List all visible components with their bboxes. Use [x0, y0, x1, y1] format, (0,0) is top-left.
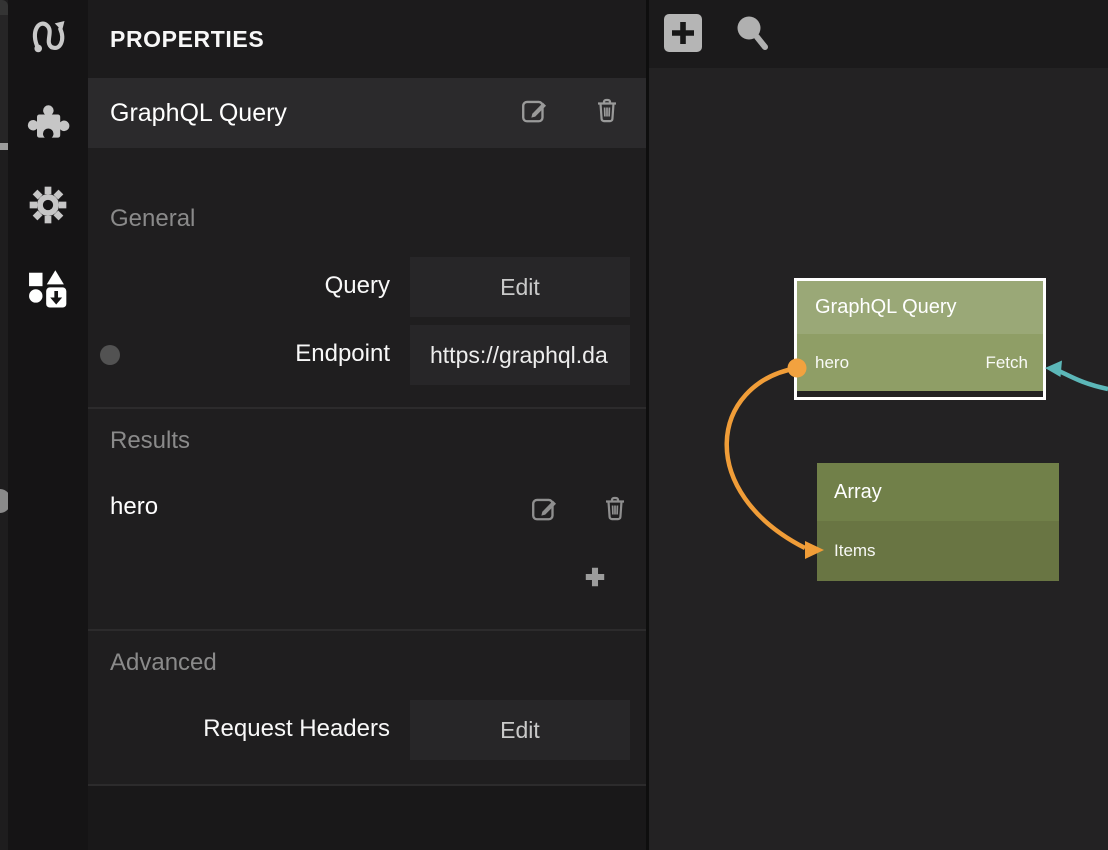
delete-result-button[interactable]: [598, 491, 632, 525]
query-edit-button[interactable]: Edit: [410, 257, 630, 317]
node-header[interactable]: GraphQL Query: [797, 281, 1043, 334]
section-heading-general: General: [110, 205, 195, 233]
query-label: Query: [325, 272, 390, 300]
sidebar-item-components[interactable]: [24, 99, 72, 147]
section-divider: [88, 629, 646, 631]
port-items[interactable]: Items: [834, 541, 876, 561]
add-result-button[interactable]: [578, 560, 612, 594]
panel-title: PROPERTIES: [110, 26, 264, 53]
section-heading-results: Results: [110, 427, 190, 455]
puzzle-icon: [26, 101, 70, 145]
search-nodes-button[interactable]: [733, 14, 771, 52]
node-port-row: hero Fetch: [797, 334, 1043, 391]
edge-segment: [0, 15, 8, 143]
section-heading-advanced: Advanced: [110, 649, 217, 677]
canvas-toolbar: [649, 0, 1108, 68]
rename-node-button[interactable]: [518, 93, 552, 127]
sidebar: [8, 0, 88, 850]
window-edge-strip: [0, 0, 8, 850]
panel-footer-area: [88, 786, 646, 850]
gear-icon: [26, 183, 70, 227]
edit-icon: [520, 95, 550, 125]
edit-result-button[interactable]: [528, 491, 562, 525]
request-headers-label: Request Headers: [203, 715, 390, 743]
shapes-export-icon: [26, 266, 70, 310]
node-title: Array: [834, 481, 882, 504]
add-node-icon: [664, 14, 702, 52]
connections-layer: [649, 0, 1108, 850]
node-title: GraphQL Query: [815, 296, 957, 319]
endpoint-connection-dot[interactable]: [100, 345, 120, 365]
endpoint-label: Endpoint: [295, 340, 390, 368]
result-item-label: hero: [110, 493, 158, 521]
node-graph-icon: [26, 13, 70, 57]
request-headers-edit-button[interactable]: Edit: [410, 700, 630, 760]
properties-panel: PROPERTIES GraphQL Query General Query E…: [88, 0, 646, 850]
trash-icon: [593, 95, 621, 125]
trash-icon: [601, 493, 629, 523]
endpoint-input[interactable]: https://graphql.da: [410, 325, 630, 385]
selected-node-row[interactable]: GraphQL Query: [88, 78, 646, 148]
node-port-row: Items: [817, 521, 1059, 581]
edit-icon: [530, 493, 560, 523]
edge-notch: [0, 143, 8, 150]
port-fetch[interactable]: Fetch: [985, 353, 1028, 373]
node-header[interactable]: Array: [817, 463, 1059, 521]
search-icon: [733, 14, 771, 52]
connection-to-fetch[interactable]: [1058, 371, 1108, 390]
sidebar-item-settings[interactable]: [24, 181, 72, 229]
node-canvas[interactable]: GraphQL Query hero Fetch Array Items: [649, 0, 1108, 850]
add-node-button[interactable]: [664, 14, 702, 52]
sidebar-item-prefabs[interactable]: [24, 264, 72, 312]
properties-header: PROPERTIES: [88, 0, 646, 78]
port-hero[interactable]: hero: [815, 353, 849, 373]
node-graphql-query[interactable]: GraphQL Query hero Fetch: [794, 278, 1046, 400]
node-array[interactable]: Array Items: [817, 463, 1059, 581]
delete-node-button[interactable]: [590, 93, 624, 127]
selected-node-title: GraphQL Query: [110, 99, 287, 128]
sidebar-item-node-editor[interactable]: [24, 11, 72, 59]
plus-icon: [582, 564, 608, 590]
edge-corner: [0, 0, 8, 15]
section-divider: [88, 407, 646, 409]
